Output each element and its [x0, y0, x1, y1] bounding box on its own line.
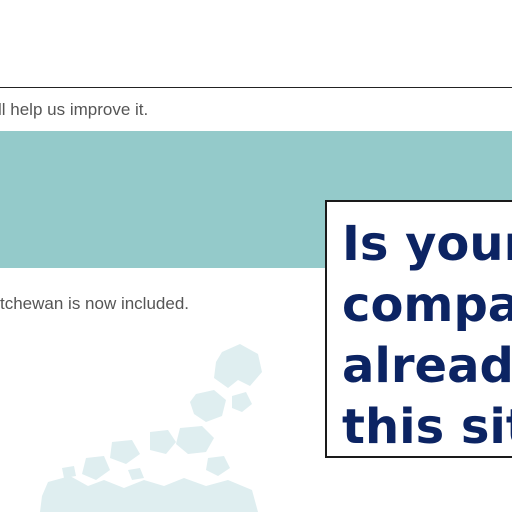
callout-box: Is your compa already this site [325, 200, 512, 458]
callout-line: compa [342, 277, 512, 333]
feedback-bar: ll help us improve it. [0, 87, 512, 131]
callout-line: this site [342, 399, 512, 455]
callout-text: Is your compa already this site [342, 214, 512, 456]
canada-map-icon [40, 344, 262, 512]
callout-line: already [342, 338, 512, 394]
feedback-text: ll help us improve it. [0, 100, 149, 119]
page: ll help us improve it. tchewan is now in… [0, 0, 512, 512]
callout-line: Is your [342, 216, 512, 272]
notice-text: tchewan is now included. [0, 294, 190, 313]
